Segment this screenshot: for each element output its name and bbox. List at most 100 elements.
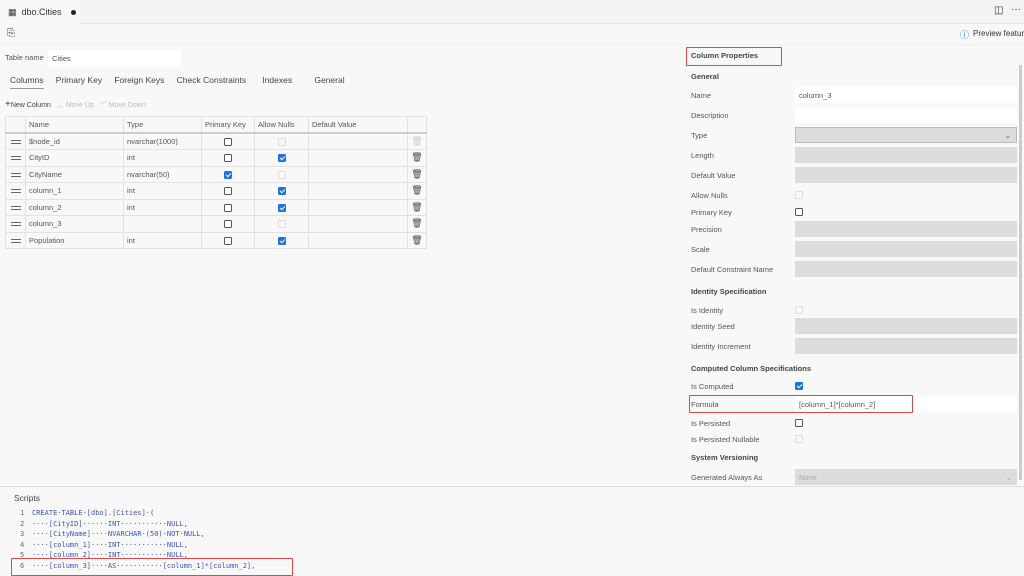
- table-row[interactable]: CityID int 🗑: [5, 149, 427, 167]
- trash-icon[interactable]: 🗑: [411, 152, 422, 162]
- table-row[interactable]: Population int 🗑: [5, 231, 427, 249]
- allow-nulls-checkbox[interactable]: [795, 191, 803, 199]
- identity-seed-input[interactable]: [795, 318, 1017, 334]
- trash-icon[interactable]: 🗑: [411, 202, 422, 212]
- primary-key-checkbox[interactable]: [224, 187, 232, 196]
- constraint-name-input[interactable]: [795, 261, 1017, 277]
- default-value-cell[interactable]: [308, 198, 408, 216]
- default-value-cell[interactable]: [308, 182, 408, 200]
- designer-tabs: Columns Primary Key Foreign Keys Check C…: [10, 75, 355, 89]
- table-row[interactable]: column_2 int 🗑: [5, 198, 427, 216]
- properties-scrollbar[interactable]: [1019, 65, 1022, 480]
- primary-key-checkbox[interactable]: [224, 236, 232, 245]
- column-name-cell[interactable]: $node_id: [25, 132, 124, 150]
- primary-key-checkbox[interactable]: [224, 203, 232, 212]
- primary-key-checkbox[interactable]: [224, 138, 232, 146]
- column-type-cell[interactable]: int: [123, 182, 202, 200]
- column-type-cell[interactable]: nvarchar(1000): [123, 132, 202, 150]
- trash-icon[interactable]: 🗑: [411, 235, 422, 245]
- is-computed-checkbox[interactable]: [795, 382, 803, 390]
- allow-nulls-checkbox[interactable]: [277, 187, 286, 196]
- default-value-input[interactable]: [795, 167, 1017, 183]
- column-name-cell[interactable]: column_3: [25, 215, 124, 233]
- move-down-button[interactable]: ﹀ Move Down: [100, 102, 146, 109]
- publish-icon[interactable]: ⎘: [7, 28, 15, 39]
- is-identity-checkbox[interactable]: [795, 306, 803, 314]
- prop-identity-increment: Identity Increment: [691, 338, 1018, 354]
- tab-general[interactable]: General: [314, 75, 344, 85]
- column-name-cell[interactable]: column_1: [25, 182, 124, 200]
- default-value-cell[interactable]: [308, 215, 408, 233]
- column-type-cell[interactable]: int: [123, 231, 202, 249]
- allow-nulls-checkbox[interactable]: [277, 170, 286, 179]
- column-name-cell[interactable]: column_2: [25, 198, 124, 216]
- move-up-button[interactable]: ︿ Move Up: [57, 102, 94, 109]
- default-value-cell[interactable]: [308, 132, 408, 150]
- trash-icon[interactable]: 🗑: [411, 185, 422, 195]
- primary-key-cell: [201, 149, 255, 167]
- drag-handle[interactable]: [5, 215, 26, 233]
- drag-handle-icon: [10, 222, 21, 227]
- is-persisted-checkbox[interactable]: [795, 419, 803, 427]
- table-row[interactable]: column_1 int 🗑: [5, 182, 427, 200]
- scale-input[interactable]: [795, 241, 1017, 257]
- precision-input[interactable]: [795, 221, 1017, 237]
- delete-cell: 🗑: [407, 132, 427, 150]
- allow-nulls-checkbox[interactable]: [277, 203, 286, 212]
- new-column-button[interactable]: +New Column: [5, 99, 51, 110]
- table-name-input[interactable]: Cities: [48, 50, 181, 66]
- type-select[interactable]: ⌄: [795, 127, 1017, 143]
- column-name-cell[interactable]: CityID: [25, 149, 124, 167]
- drag-handle[interactable]: [5, 198, 26, 216]
- scripts-title: Scripts: [14, 493, 40, 503]
- header-primary-key: Primary Key: [201, 116, 255, 134]
- default-value-cell[interactable]: [308, 165, 408, 183]
- primary-key-checkbox[interactable]: [224, 170, 232, 179]
- table-row[interactable]: $node_id nvarchar(1000) 🗑: [5, 132, 427, 150]
- table-row[interactable]: column_3 🗑: [5, 215, 427, 233]
- allow-nulls-checkbox[interactable]: [277, 236, 286, 245]
- is-persisted-nullable-checkbox[interactable]: [795, 435, 803, 443]
- allow-nulls-cell: [254, 132, 309, 150]
- allow-nulls-checkbox[interactable]: [277, 138, 286, 146]
- prop-type: Type ⌄: [691, 127, 1018, 143]
- drag-handle[interactable]: [5, 165, 26, 183]
- drag-handle[interactable]: [5, 132, 26, 150]
- length-input[interactable]: [795, 147, 1017, 163]
- default-value-cell[interactable]: [308, 231, 408, 249]
- description-input[interactable]: [795, 107, 1017, 123]
- more-actions-icon[interactable]: ···: [1011, 4, 1021, 15]
- trash-icon[interactable]: 🗑: [411, 169, 422, 179]
- drag-handle-icon: [10, 140, 21, 144]
- drag-handle[interactable]: [5, 149, 26, 167]
- column-name-cell[interactable]: Population: [25, 231, 124, 249]
- table-row[interactable]: CityName nvarchar(50) 🗑: [5, 165, 427, 183]
- name-input[interactable]: column_3: [795, 87, 1017, 103]
- column-type-cell[interactable]: int: [123, 198, 202, 216]
- trash-icon[interactable]: 🗑: [411, 218, 422, 228]
- tab-check-constraints[interactable]: Check Constraints: [177, 75, 246, 85]
- tab-foreign-keys[interactable]: Foreign Keys: [114, 75, 164, 85]
- identity-increment-input[interactable]: [795, 338, 1017, 354]
- column-type-cell[interactable]: [123, 215, 202, 233]
- trash-icon[interactable]: 🗑: [411, 136, 422, 146]
- primary-key-checkbox[interactable]: [224, 154, 232, 163]
- drag-handle[interactable]: [5, 182, 26, 200]
- drag-handle[interactable]: [5, 231, 26, 249]
- column-type-cell[interactable]: nvarchar(50): [123, 165, 202, 183]
- editor-tab[interactable]: ▦ dbo.Cities: [0, 0, 80, 24]
- generated-always-select[interactable]: None ⌄: [795, 469, 1017, 485]
- allow-nulls-checkbox[interactable]: [277, 220, 286, 229]
- column-name-cell[interactable]: CityName: [25, 165, 124, 183]
- tab-columns[interactable]: Columns: [10, 75, 44, 89]
- column-type-cell[interactable]: int: [123, 149, 202, 167]
- primary-key-checkbox[interactable]: [224, 220, 232, 229]
- primary-key-checkbox[interactable]: [795, 208, 803, 216]
- split-editor-icon[interactable]: ◫: [994, 5, 1003, 16]
- tab-indexes[interactable]: Indexes: [262, 75, 292, 85]
- primary-key-cell: [201, 165, 255, 183]
- allow-nulls-checkbox[interactable]: [277, 154, 286, 163]
- tab-primary-key[interactable]: Primary Key: [56, 75, 102, 85]
- default-value-cell[interactable]: [308, 149, 408, 167]
- header-name: Name: [25, 116, 124, 134]
